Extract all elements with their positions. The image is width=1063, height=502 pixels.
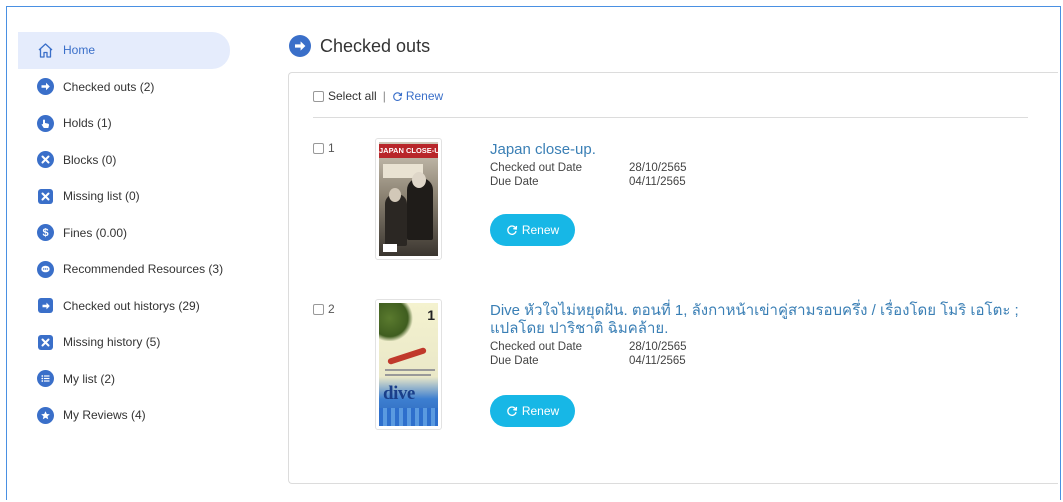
renew-button[interactable]: Renew <box>490 395 575 427</box>
dollar-circle-icon: $ <box>37 224 54 242</box>
checked-out-date-value: 28/10/2565 <box>629 162 687 174</box>
item-checkbox[interactable] <box>313 142 324 154</box>
sidebar-item-blocks[interactable]: Blocks (0) <box>18 142 230 179</box>
cover-title: dive <box>383 383 415 404</box>
list-icon <box>37 370 54 388</box>
missing-history-x-square-icon <box>38 334 53 350</box>
due-date-label: Due Date <box>490 355 539 367</box>
cover-text-line <box>385 369 435 371</box>
divider <box>313 117 1028 118</box>
cover-volume-number: 1 <box>427 307 435 323</box>
cover-pool <box>379 408 438 426</box>
book-cover[interactable]: 1 dive <box>375 299 442 430</box>
due-date-value: 04/11/2565 <box>629 355 686 367</box>
sidebar-item-checked-outs[interactable]: Checked outs (2) <box>18 69 230 106</box>
sidebar-item-my-list[interactable]: My list (2) <box>18 361 230 398</box>
sidebar-item-label: Checked out historys (29) <box>63 298 200 313</box>
refresh-icon <box>507 406 517 416</box>
sidebar-item-missing-history[interactable]: Missing history (5) <box>18 324 230 361</box>
missing-x-square-icon <box>38 188 53 204</box>
cover-diver <box>387 346 427 366</box>
sidebar-item-label: Blocks (0) <box>63 152 117 167</box>
sidebar-item-label: My Reviews (4) <box>63 408 146 423</box>
due-date-value: 04/11/2565 <box>629 176 686 188</box>
item-index: 2 <box>328 302 335 316</box>
checked-out-date-label: Checked out Date <box>490 162 583 174</box>
due-date-label: Due Date <box>490 176 539 188</box>
sidebar-item-home[interactable]: Home <box>18 32 230 69</box>
item-checkbox[interactable] <box>313 303 324 315</box>
refresh-icon <box>392 91 402 101</box>
sidebar-item-recommended-resources[interactable]: Recommended Resources (3) <box>18 251 230 288</box>
item-checkbox-group: 1 <box>313 141 335 155</box>
sidebar-item-fines[interactable]: $ Fines (0.00) <box>18 215 230 252</box>
page-title: Checked outs <box>289 32 430 60</box>
sidebar-item-label: Missing list (0) <box>63 189 140 204</box>
cover-barcode <box>383 244 397 252</box>
renew-button-label: Renew <box>521 223 560 237</box>
checked-out-date-value: 28/10/2565 <box>629 341 687 353</box>
item-dates: Checked out Date 28/10/2565 Due Date 04/… <box>490 161 1050 189</box>
toolbar-separator: | <box>382 89 386 103</box>
home-icon <box>37 42 54 59</box>
sign-out-square-icon <box>38 298 53 314</box>
sidebar-item-label: Recommended Resources (3) <box>63 262 224 277</box>
sidebar-item-label: Fines (0.00) <box>63 225 128 240</box>
renew-selected-link[interactable]: Renew <box>392 89 443 103</box>
book-cover[interactable]: JAPAN CLOSE-UP <box>375 138 442 260</box>
renew-button-label: Renew <box>521 404 560 418</box>
cover-leaves <box>379 303 415 341</box>
checked-outs-panel: Select all | Renew 1 JAPAN CLOSE-UP Japa <box>288 72 1058 484</box>
cover-title: JAPAN CLOSE-UP <box>379 144 438 158</box>
sidebar-item-my-reviews[interactable]: My Reviews (4) <box>18 397 230 434</box>
sidebar: Home Checked outs (2) Holds (1) Blocks (… <box>18 32 230 434</box>
book-title-link[interactable]: Dive หัวใจไม่หยุดฝัน. ตอนที่ 1, ลังกาหน้… <box>490 302 1050 338</box>
sidebar-item-label: My list (2) <box>63 371 115 386</box>
sidebar-item-label: Missing history (5) <box>63 335 161 350</box>
chat-bubble-icon <box>37 260 54 278</box>
checked-out-date-label: Checked out Date <box>490 341 583 353</box>
book-title-link[interactable]: Japan close-up. <box>490 141 1050 159</box>
sidebar-item-label: Home <box>63 43 96 58</box>
item-index: 1 <box>328 141 335 155</box>
cover-text-line <box>385 374 431 376</box>
renew-button[interactable]: Renew <box>490 214 575 246</box>
block-x-circle-icon <box>37 151 54 169</box>
item-dates: Checked out Date 28/10/2565 Due Date 04/… <box>490 340 1050 368</box>
renew-link-label: Renew <box>405 89 444 103</box>
sidebar-item-label: Checked outs (2) <box>63 79 155 94</box>
star-circle-icon <box>37 406 54 424</box>
item-info: Japan close-up. Checked out Date 28/10/2… <box>490 141 1050 246</box>
item-checkbox-group: 2 <box>313 302 335 316</box>
select-all-checkbox[interactable] <box>313 90 324 102</box>
sidebar-item-holds[interactable]: Holds (1) <box>18 105 230 142</box>
hand-pointer-icon <box>37 114 54 132</box>
arrow-right-circle-icon <box>37 78 54 96</box>
main-header: Checked outs <box>289 32 430 60</box>
cover-face-left <box>389 188 401 202</box>
sidebar-item-checked-out-historys[interactable]: Checked out historys (29) <box>18 288 230 325</box>
toolbar: Select all | Renew <box>313 89 443 103</box>
item-info: Dive หัวใจไม่หยุดฝัน. ตอนที่ 1, ลังกาหน้… <box>490 302 1050 427</box>
sidebar-item-missing-list[interactable]: Missing list (0) <box>18 178 230 215</box>
select-all-label[interactable]: Select all <box>328 89 377 103</box>
sidebar-item-label: Holds (1) <box>63 116 112 131</box>
arrow-right-circle-icon <box>289 35 311 57</box>
refresh-icon <box>507 225 517 235</box>
cover-face-right <box>412 172 426 188</box>
page-title-text: Checked outs <box>320 35 431 56</box>
